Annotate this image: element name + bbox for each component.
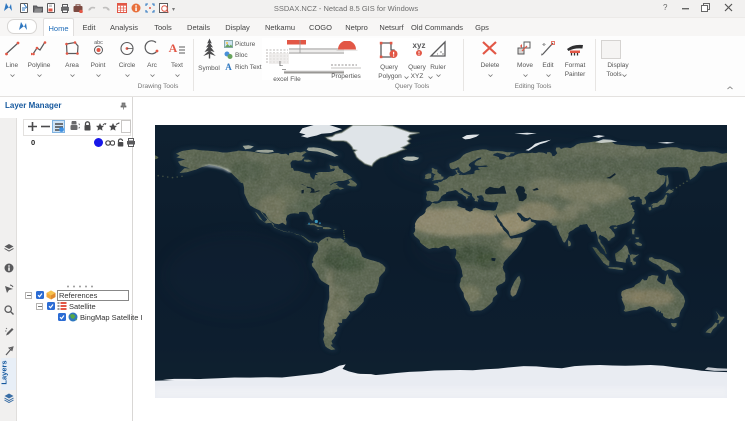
svg-text:A: A <box>169 41 178 55</box>
svg-text:A: A <box>225 62 232 71</box>
svg-text:xyz: xyz <box>413 41 426 50</box>
svg-text:abc: abc <box>94 40 103 46</box>
